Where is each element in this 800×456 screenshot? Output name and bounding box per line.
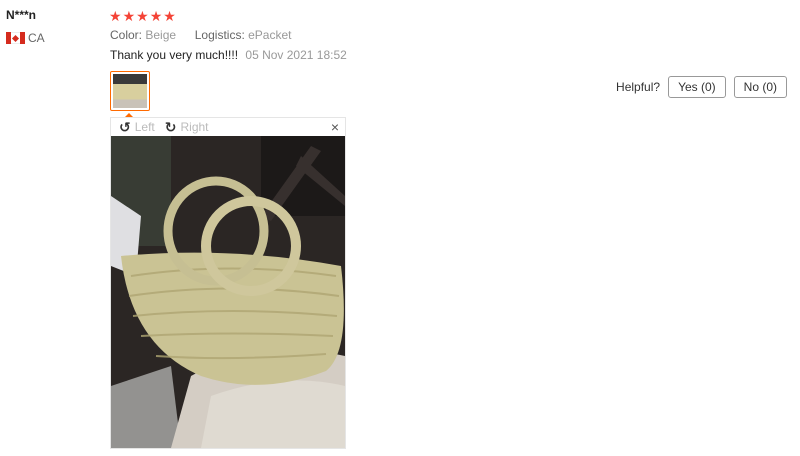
user-name: N***n [6, 8, 37, 22]
rotate-left-label: Left [134, 120, 155, 134]
viewer-toolbar: ↺ Left ↻ Right × [111, 118, 345, 136]
country-code: CA [28, 31, 45, 45]
helpful-votes: Helpful? Yes (0) No (0) [616, 76, 787, 98]
rotate-right-label: Right [180, 120, 209, 134]
helpful-no-button[interactable]: No (0) [733, 76, 787, 98]
review-text: Thank you very much!!!! [110, 48, 239, 62]
rotate-right-button[interactable]: ↻ Right [165, 119, 209, 136]
canada-flag-icon [6, 32, 25, 44]
product-attributes: Color: Beige Logistics: ePacket [110, 28, 291, 42]
review-line: Thank you very much!!!! 05 Nov 2021 18:5… [110, 48, 347, 62]
bag-photo [111, 136, 345, 448]
attr-value-logistics: ePacket [248, 28, 292, 42]
attr-key-color: Color: [110, 28, 143, 42]
close-icon[interactable]: × [331, 119, 339, 135]
review-photo [111, 136, 345, 448]
star-icon: ★ [149, 8, 163, 24]
star-icon: ★ [122, 8, 136, 24]
star-icon: ★ [163, 8, 176, 24]
helpful-label: Helpful? [616, 80, 661, 94]
photo-thumbnail[interactable] [110, 71, 150, 111]
rotate-right-icon: ↻ [164, 118, 177, 135]
star-icon: ★ [136, 8, 149, 24]
star-rating: ★ ★ ★ ★ ★ [109, 9, 176, 23]
rotate-left-button[interactable]: ↺ Left [119, 119, 155, 136]
attr-key-logistics: Logistics: [194, 28, 245, 42]
star-icon: ★ [109, 8, 122, 24]
photo-viewer: ↺ Left ↻ Right × [110, 117, 346, 449]
user-country: CA [6, 31, 45, 45]
helpful-yes-button[interactable]: Yes (0) [668, 76, 726, 98]
rotate-left-icon: ↺ [119, 118, 131, 135]
thumbnail-image [113, 74, 147, 108]
review-date: 05 Nov 2021 18:52 [245, 48, 347, 62]
attr-value-color: Beige [145, 28, 177, 42]
